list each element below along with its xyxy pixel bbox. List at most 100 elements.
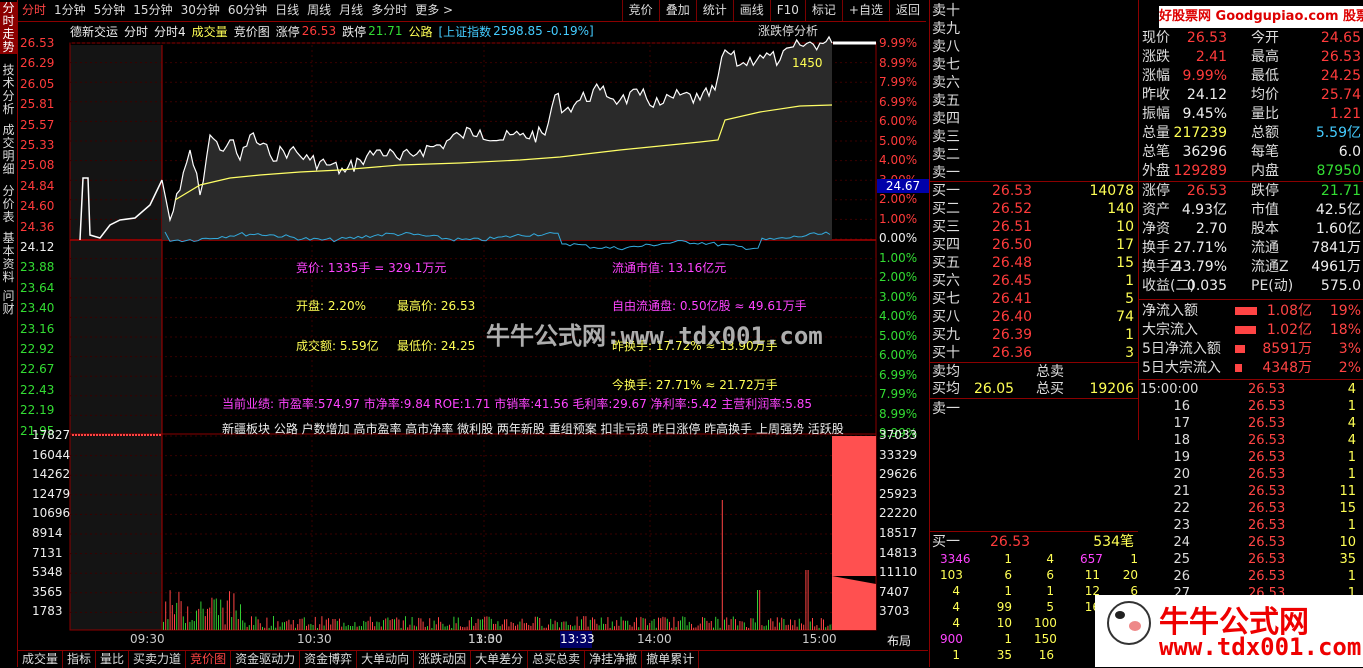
trade-price: 26.53 (1248, 467, 1286, 482)
auction-info: 竞价: 1335手 = 329.1万元 (296, 261, 447, 275)
sell-row[interactable]: 卖七 (930, 56, 1138, 74)
indicator-tab-2[interactable]: 量比 (96, 651, 130, 668)
indicator-tab-5[interactable]: 资金驱动力 (231, 651, 301, 668)
trade-price: 26.53 (1248, 569, 1286, 584)
pct-tick: 6.00% (879, 348, 918, 362)
sell-row[interactable]: 卖四 (930, 110, 1138, 128)
brand-banner: 好股票网 Goodgupiao.com 股票软件公式 (1159, 6, 1363, 28)
buy-row[interactable]: 买八 26.40 74 (930, 308, 1138, 326)
buy-avg-label: 买均 (932, 381, 960, 397)
buy-price: 26.51 (992, 219, 1033, 235)
trade-volume: 11 (1339, 484, 1356, 499)
sell-row[interactable]: 卖二 (930, 146, 1138, 164)
order-book-panel: 卖十 卖九 卖八 卖七 卖六 卖五 卖四 卖三 卖二 卖一 买一 26.53 14078 买二 26.52… (929, 0, 1138, 440)
indicator-tab-4[interactable]: 竞价图 (186, 651, 232, 668)
buy-row[interactable]: 买一 26.53 14078 (930, 182, 1138, 200)
sell-row[interactable]: 卖八 (930, 38, 1138, 56)
trade-volume: 15 (1339, 501, 1356, 516)
price-tick: 22.92 (20, 342, 55, 356)
fund-flow-row: 5日大宗流入 4348万 2% (1139, 359, 1363, 378)
sell-row[interactable]: 卖三 (930, 128, 1138, 146)
trade-price: 26.53 (1248, 399, 1286, 414)
time-tick: 10:30 (297, 632, 332, 646)
volume-tick: 17827 (32, 428, 71, 442)
info-value: 26.53 (1186, 30, 1227, 46)
info-row: 换手 27.71% 流通 7841万 (1139, 239, 1363, 258)
sell-label: 卖四 (932, 111, 960, 127)
indicator-tab-7[interactable]: 大单动向 (357, 651, 415, 668)
pct-tick: 6.99% (879, 94, 918, 109)
low-price: 最低价: 24.25 (397, 339, 476, 353)
info-label: 换手 (1142, 240, 1170, 256)
pct-tick: 4.00% (879, 309, 918, 323)
pct-tick: 2.00% (879, 270, 918, 284)
sell-row[interactable]: 卖九 (930, 20, 1138, 38)
info-value: 9.45% (1182, 106, 1227, 122)
buy-row[interactable]: 买六 26.45 1 (930, 272, 1138, 290)
buy-label: 买五 (932, 255, 960, 271)
queue-cell: 4 (952, 616, 960, 630)
watermark-text: 牛牛公式网:www.tdx001.com (486, 322, 823, 350)
sell-label: 卖十 (932, 3, 960, 19)
trade-row: 20 26.53 1 (1140, 466, 1360, 483)
pct-tick: 1.00% (879, 211, 918, 226)
volume-bars (72, 434, 833, 630)
buy-price: 26.36 (992, 345, 1033, 361)
buy-row[interactable]: 买二 26.52 140 (930, 200, 1138, 218)
sell-label: 卖七 (932, 57, 960, 73)
indicator-tab-3[interactable]: 买卖力道 (129, 651, 187, 668)
price-tick: 26.29 (20, 56, 55, 71)
trade-price: 26.53 (1248, 416, 1286, 431)
queue-cell: 20 (1122, 568, 1138, 582)
trade-row: 24 26.53 10 (1140, 534, 1360, 551)
indicator-tab-6[interactable]: 资金博弈 (300, 651, 358, 668)
volume-tick-right: 11110 (879, 565, 918, 580)
indicator-tab-0[interactable]: 成交量 (18, 651, 64, 668)
buy-row[interactable]: 买七 26.41 5 (930, 290, 1138, 308)
sell-row[interactable]: 卖一 (930, 164, 1138, 182)
flow-bar (1235, 364, 1242, 372)
indicator-tab-1[interactable]: 指标 (63, 651, 97, 668)
trade-price: 26.53 (1248, 433, 1286, 448)
indicator-tab-9[interactable]: 大单差分 (471, 651, 529, 668)
buy-row[interactable]: 买四 26.50 17 (930, 236, 1138, 254)
info-label: 现价 (1142, 30, 1170, 46)
queue-label: 买一 (932, 534, 960, 550)
sell-row[interactable]: 卖五 (930, 92, 1138, 110)
sell1-queue-label: 卖一 (932, 401, 960, 417)
trade-volume: 1 (1347, 450, 1356, 465)
volume-panel-frame (69, 433, 877, 631)
flow-bar (1235, 307, 1257, 315)
sell-row[interactable]: 卖十 (930, 2, 1138, 20)
info-value: 26.53 (1186, 183, 1227, 199)
info-row: 资产 4.93亿 市值 42.5亿 (1139, 201, 1363, 220)
indicator-tab-10[interactable]: 总买总卖 (528, 651, 586, 668)
info-label2: 最高 (1251, 49, 1279, 65)
trade-price: 26.53 (1248, 552, 1286, 567)
buy-row[interactable]: 买三 26.51 10 (930, 218, 1138, 236)
sell-row[interactable]: 卖六 (930, 74, 1138, 92)
info-label: 昨收 (1142, 87, 1170, 103)
volume-tick: 10696 (32, 506, 71, 521)
layout-button[interactable]: 布局 (887, 632, 911, 649)
indicator-tab-8[interactable]: 涨跌动因 (414, 651, 472, 668)
trade-volume: 1 (1347, 467, 1356, 482)
queue-price: 26.53 (990, 534, 1031, 550)
time-tick: 13:00 (468, 632, 503, 646)
info-row: 净资 2.70 股本 1.60亿 (1139, 220, 1363, 239)
today-turnover: 今换手: 27.71% ≈ 21.72万手 (612, 378, 778, 392)
time-tick: 09:30 (130, 632, 165, 646)
buy-row[interactable]: 买五 26.48 15 (930, 254, 1138, 272)
info-value2: 24.25 (1320, 68, 1361, 84)
info-label2: 总额 (1251, 125, 1279, 141)
buy-row[interactable]: 买九 26.39 1 (930, 326, 1138, 344)
indicator-tab-12[interactable]: 撤单累计 (642, 651, 700, 668)
flow-label: 5日净流入额 (1142, 341, 1221, 357)
closing-volume-block (832, 576, 876, 630)
info-row: 振幅 9.45% 量比 1.21 (1139, 105, 1363, 124)
buy-row[interactable]: 买十 26.36 3 (930, 344, 1138, 362)
indicator-tab-11[interactable]: 净挂净撤 (585, 651, 643, 668)
quote-info-panel: 好股票网 Goodgupiao.com 股票软件公式 现价 26.53 今开 24.6… (1138, 0, 1363, 440)
info-label: 涨幅 (1142, 68, 1170, 84)
flow-pct: 19% (1329, 303, 1361, 319)
